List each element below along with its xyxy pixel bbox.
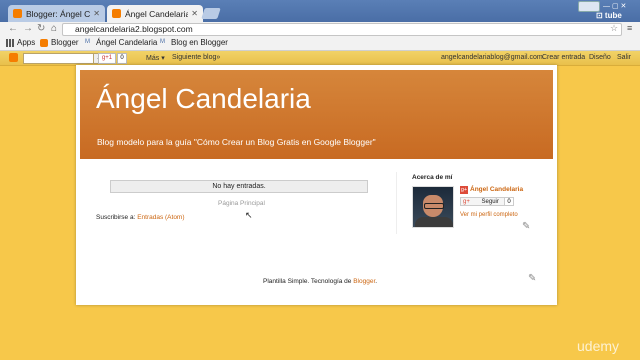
bookmark-star-icon[interactable]: ☆ xyxy=(610,23,618,34)
subscribe-label: Suscribirse a: xyxy=(96,214,136,221)
menu-icon[interactable]: ≡ xyxy=(627,23,632,33)
next-blog-link[interactable]: Siguiente blog» xyxy=(172,54,220,61)
bookmark-apps[interactable]: Apps xyxy=(6,38,35,47)
address-bar[interactable]: angelcandelaria2.blogspot.com xyxy=(62,23,622,36)
about-me-heading: Acerca de mí xyxy=(412,174,453,181)
blogger-link[interactable]: Blogger xyxy=(353,278,375,285)
blog-footer: Plantilla Simple. Tecnología de Blogger. xyxy=(263,278,377,285)
more-menu[interactable]: Más ▾ xyxy=(146,54,165,62)
blog-title[interactable]: Ángel Candelaria xyxy=(96,83,311,115)
sidebar-divider xyxy=(396,172,397,234)
google-plus-icon: g+ xyxy=(463,199,470,205)
gplus-one-label: g+1 xyxy=(101,55,113,61)
gplus-count: 0 xyxy=(117,53,127,64)
blogger-favicon-icon xyxy=(40,38,48,47)
footer-suffix: . xyxy=(375,278,378,285)
edit-gadget-icon[interactable]: ✎ xyxy=(528,273,536,284)
url-text: angelcandelaria2.blogspot.com xyxy=(75,24,193,34)
design-link[interactable]: Diseño xyxy=(589,54,611,61)
gplus-count-value: 0 xyxy=(120,55,124,61)
forward-icon[interactable]: → xyxy=(23,23,33,34)
tab-label: Blogger: Ángel Cande xyxy=(26,8,91,19)
close-tab-icon[interactable]: ✕ xyxy=(191,9,198,18)
back-icon[interactable]: ← xyxy=(8,23,18,34)
apps-grid-icon xyxy=(6,38,14,47)
home-page-link[interactable]: Página Principal xyxy=(218,200,265,207)
profile-name-link[interactable]: Ángel Candelaria xyxy=(470,186,523,193)
bookmark-blogger[interactable]: Blogger xyxy=(40,38,79,47)
blogger-logo-icon[interactable] xyxy=(9,53,18,62)
chevron-down-icon: ▾ xyxy=(161,55,165,62)
bookmark-label: Ángel Candelaria xyxy=(96,38,158,47)
footer-text: Plantilla Simple. Tecnología de xyxy=(263,278,354,285)
edit-gadget-icon[interactable]: ✎ xyxy=(522,221,530,232)
follow-count: 0 xyxy=(504,197,514,206)
blog-search-input[interactable] xyxy=(23,53,95,64)
bookmark-angel-candelaria[interactable]: M Ángel Candelaria xyxy=(85,38,157,47)
window-controls-icon[interactable]: — ▢ ✕ xyxy=(603,2,626,10)
profile-avatar[interactable] xyxy=(412,186,454,228)
blog-favicon-icon: M xyxy=(160,38,165,45)
gplus-one-button[interactable]: g+1 xyxy=(98,53,116,64)
mouse-cursor-icon: ↖ xyxy=(245,210,253,220)
follow-label: Seguir xyxy=(481,199,499,205)
create-post-link[interactable]: Crear entrada xyxy=(542,54,585,61)
user-email: angelcandelariablog@gmail.com xyxy=(441,54,543,61)
more-label: Más xyxy=(146,55,160,62)
bookmark-label: Blog en Blogger xyxy=(171,38,228,47)
bookmark-label: Apps xyxy=(17,38,36,47)
no-posts-message: No hay entradas. xyxy=(110,180,368,193)
home-icon[interactable]: ⌂ xyxy=(51,23,57,34)
blog-description: Blog modelo para la guía "Cómo Crear un … xyxy=(97,137,376,147)
blogger-favicon-icon xyxy=(13,9,22,18)
close-tab-icon[interactable]: ✕ xyxy=(93,9,100,18)
tab-blog[interactable]: Ángel Candelaria ✕ xyxy=(107,5,203,22)
blogger-favicon-icon xyxy=(112,9,121,18)
tab-blogger-dashboard[interactable]: Blogger: Ángel Cande ✕ xyxy=(8,5,105,22)
tube-watermark-icon: ⊡ tube xyxy=(596,11,622,20)
atom-feed-link[interactable]: Entradas (Atom) xyxy=(137,214,184,221)
bookmark-blog-en-blogger[interactable]: M Blog en Blogger xyxy=(160,38,228,47)
bookmark-label: Blogger xyxy=(51,38,79,47)
google-plus-icon: g+ xyxy=(460,186,468,194)
udemy-watermark: udemy xyxy=(577,338,620,354)
sign-out-link[interactable]: Salir xyxy=(617,54,631,61)
blog-favicon-icon: M xyxy=(85,38,90,45)
subscribe-line: Suscribirse a: Entradas (Atom) xyxy=(96,214,185,221)
tab-label: Ángel Candelaria xyxy=(125,8,189,19)
reload-icon[interactable]: ↻ xyxy=(37,23,45,34)
view-profile-link[interactable]: Ver mi perfil completo xyxy=(460,212,518,218)
